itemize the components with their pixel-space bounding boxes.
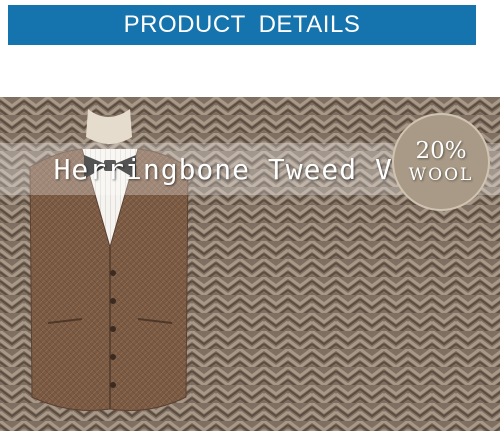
product-name: Herringbone Tweed Vest [53,152,447,186]
wool-percent: 20% [415,138,467,164]
wool-badge: 20% WOOL [392,113,490,211]
wool-label: WOOL [408,165,474,185]
section-title: PRODUCT DETAILS [123,11,361,38]
section-banner: PRODUCT DETAILS [8,5,476,45]
